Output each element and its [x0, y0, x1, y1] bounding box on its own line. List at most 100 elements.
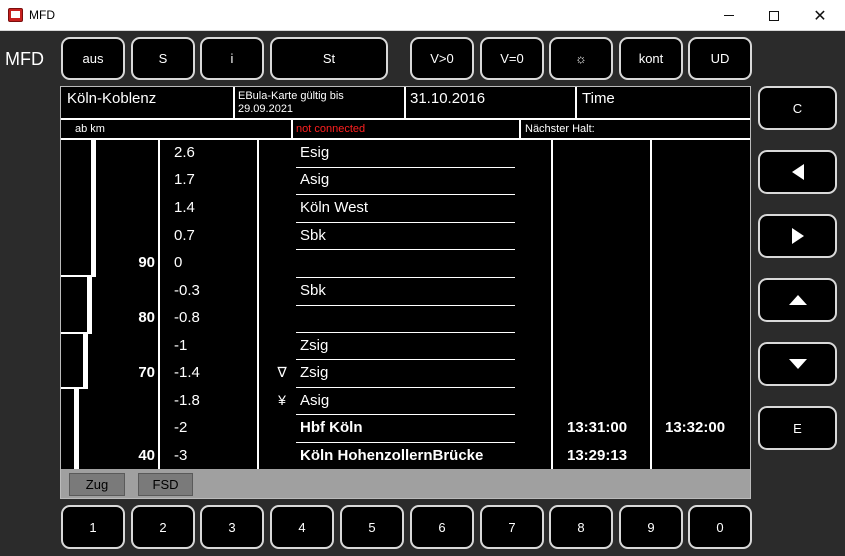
brightness-button[interactable]: ☼	[549, 37, 613, 80]
tab-zug[interactable]: Zug	[69, 473, 125, 496]
triangle-left-icon	[791, 164, 804, 180]
row-km: -1.4	[174, 364, 200, 381]
speed-profile-bar	[91, 140, 96, 275]
column-divider	[257, 140, 259, 469]
number-button-6[interactable]: 6	[410, 505, 474, 549]
down-button[interactable]	[758, 342, 837, 386]
header-separator	[61, 138, 750, 140]
header-divider	[519, 120, 521, 138]
station-name: Köln HohenzollernBrücke	[300, 447, 484, 464]
speed-limit-label: 70	[138, 364, 155, 381]
e-button[interactable]: E	[758, 406, 837, 450]
column-divider	[650, 140, 652, 469]
station-name: Hbf Köln	[300, 419, 363, 436]
number-button-3[interactable]: 3	[200, 505, 264, 549]
speed-limit-label: 90	[138, 254, 155, 271]
maximize-icon	[769, 10, 779, 21]
signal-symbol: ∇	[277, 364, 287, 380]
up-button[interactable]	[758, 278, 837, 322]
row-name: Sbk	[300, 282, 326, 299]
triangle-up-icon	[788, 295, 807, 305]
i-button[interactable]: i	[200, 37, 264, 80]
row-km: 1.4	[174, 199, 195, 216]
arrival-time: 13:31:00	[567, 419, 628, 436]
speed-profile-bar	[74, 389, 79, 469]
row-km: 1.7	[174, 171, 195, 188]
maximize-button[interactable]	[751, 0, 797, 31]
row-km: 0.7	[174, 227, 195, 244]
window-title: MFD	[29, 8, 55, 22]
aus-button[interactable]: aus	[61, 37, 125, 80]
row-km: -1.8	[174, 392, 200, 409]
number-button-9[interactable]: 9	[619, 505, 683, 549]
row-km: -0.3	[174, 282, 200, 299]
v-equals-zero-button[interactable]: V=0	[480, 37, 544, 80]
row-name: Asig	[300, 171, 330, 188]
ab-km-label: ab km	[75, 123, 105, 135]
st-button[interactable]: St	[270, 37, 388, 80]
ebula-display: Köln-Koblenz EBula-Karte gültig bis 29.0…	[60, 86, 751, 499]
bottom-tab-strip: Zug FSD	[61, 469, 750, 498]
number-button-1[interactable]: 1	[61, 505, 125, 549]
close-button[interactable]: ✕	[797, 0, 843, 31]
number-button-2[interactable]: 2	[131, 505, 195, 549]
header-divider	[404, 87, 406, 119]
row-km: 2.6	[174, 144, 195, 161]
number-button-0[interactable]: 0	[688, 505, 752, 549]
header-divider	[291, 120, 293, 138]
departure-time: 13:32:00	[665, 419, 726, 436]
app-icon	[8, 8, 23, 22]
arrival-time: 13:29:13	[567, 447, 628, 464]
column-divider	[551, 140, 553, 469]
s-button[interactable]: S	[131, 37, 195, 80]
ebula-validity-line1: EBula-Karte gültig bis	[238, 90, 344, 102]
date-display: 31.10.2016	[410, 90, 486, 107]
title-bar: MFD ✕	[0, 0, 845, 31]
row-name: Zsig	[300, 364, 329, 381]
c-button[interactable]: C	[758, 86, 837, 130]
row-underline	[296, 359, 515, 360]
connection-status: not connected	[296, 123, 366, 135]
row-km: 0	[174, 254, 183, 271]
header-separator	[61, 118, 750, 120]
speed-limit-label: 40	[138, 447, 155, 464]
mfd-window: MFD ✕ MFD aus S i St V>0 V=0 ☼ kont UD K…	[0, 0, 845, 556]
right-button[interactable]	[758, 214, 837, 258]
row-name: Köln West	[300, 199, 369, 216]
row-km: -3	[174, 447, 188, 464]
close-icon: ✕	[813, 7, 827, 25]
triangle-down-icon	[788, 359, 807, 369]
row-underline	[296, 249, 515, 250]
row-name: Asig	[300, 392, 330, 409]
row-underline	[296, 414, 515, 415]
triangle-right-icon	[791, 228, 804, 244]
row-underline	[296, 194, 515, 195]
number-button-5[interactable]: 5	[340, 505, 404, 549]
header-divider	[233, 87, 235, 119]
route-name: Köln-Koblenz	[67, 90, 157, 107]
v-greater-zero-button[interactable]: V>0	[410, 37, 474, 80]
kont-button[interactable]: kont	[619, 37, 683, 80]
row-underline	[296, 332, 515, 333]
row-underline	[296, 277, 515, 278]
time-label: Time	[582, 90, 615, 107]
number-button-7[interactable]: 7	[480, 505, 544, 549]
left-button[interactable]	[758, 150, 837, 194]
ebula-validity: EBula-Karte gültig bis 29.09.2021	[238, 90, 344, 116]
row-underline	[296, 387, 515, 388]
speed-limit-label: 80	[138, 309, 155, 326]
speed-profile-bar	[83, 334, 88, 387]
ud-button[interactable]: UD	[688, 37, 752, 80]
tab-fsd[interactable]: FSD	[138, 473, 193, 496]
row-underline	[296, 222, 515, 223]
row-name: Zsig	[300, 337, 329, 354]
number-button-8[interactable]: 8	[549, 505, 613, 549]
row-km: -0.8	[174, 309, 200, 326]
number-button-4[interactable]: 4	[270, 505, 334, 549]
row-km: -2	[174, 419, 188, 436]
row-km: -1	[174, 337, 188, 354]
row-name: Sbk	[300, 227, 326, 244]
row-underline	[296, 442, 515, 443]
minimize-button[interactable]	[706, 0, 752, 31]
signal-symbol: ¥	[278, 392, 286, 408]
